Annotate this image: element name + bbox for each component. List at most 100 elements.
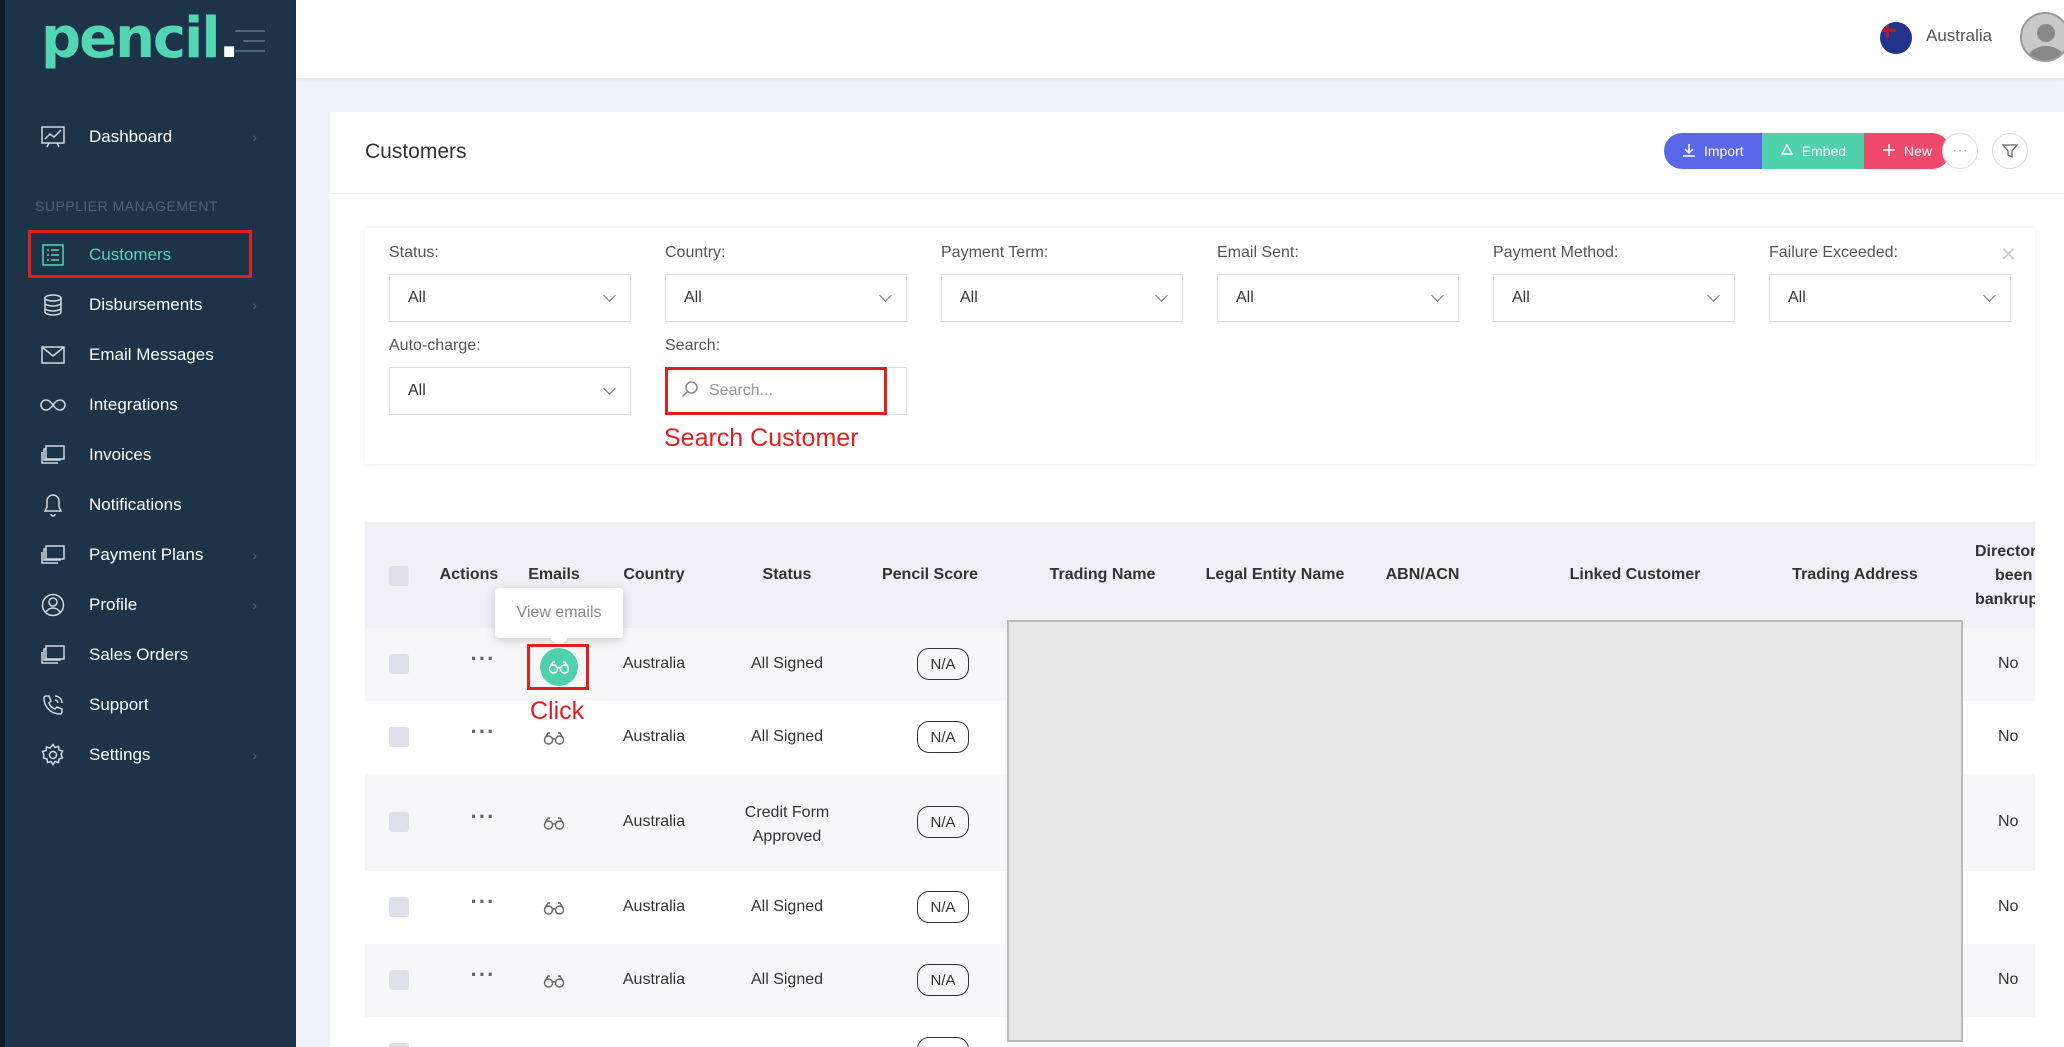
column-header-status[interactable]: Status — [737, 566, 837, 584]
column-header-director-bankrupt[interactable]: Director been bankrup — [1965, 540, 2035, 612]
chevron-right-icon: › — [252, 297, 257, 313]
embed-button[interactable]: Embed — [1761, 133, 1865, 169]
page-title: Customers — [365, 140, 467, 163]
row-actions-icon[interactable]: ··· — [463, 804, 503, 830]
row-checkbox[interactable] — [389, 654, 409, 674]
status-cell: All Signed — [750, 655, 824, 672]
row-checkbox[interactable] — [389, 1043, 409, 1047]
sidebar-item-settings[interactable]: Settings › — [25, 730, 277, 780]
pencil-logo[interactable]: pencil. — [41, 6, 240, 71]
payment-plans-icon — [39, 541, 67, 569]
column-header-trading-address[interactable]: Trading Address — [1765, 566, 1945, 584]
australia-flag-icon[interactable] — [1880, 22, 1912, 54]
sidebar-item-sales-orders[interactable]: Sales Orders — [25, 630, 277, 680]
redacted-area — [1007, 620, 1963, 1042]
sidebar-item-email-messages[interactable]: Email Messages — [25, 330, 277, 380]
sidebar-item-label: Notifications — [89, 495, 182, 514]
sidebar-item-profile[interactable]: Profile › — [25, 580, 277, 630]
status-cell: All Signed — [750, 898, 824, 915]
view-emails-tooltip: View emails — [495, 588, 623, 638]
sidebar-item-integrations[interactable]: Integrations — [25, 380, 277, 430]
column-header-country[interactable]: Country — [599, 566, 709, 584]
auto-charge-filter-label: Auto-charge: — [389, 337, 481, 354]
action-button-group: Import Embed New — [1664, 133, 1951, 169]
select-value: All — [1236, 289, 1254, 306]
auto-charge-filter-select[interactable]: All — [389, 367, 631, 415]
email-sent-filter-select[interactable]: All — [1217, 274, 1459, 322]
sidebar-item-support[interactable]: Support — [25, 680, 277, 730]
view-emails-icon[interactable] — [536, 726, 572, 750]
menu-toggle-icon[interactable] — [235, 30, 265, 60]
import-button[interactable]: Import — [1664, 133, 1762, 169]
filter-icon[interactable] — [1992, 133, 2028, 169]
chevron-right-icon: › — [252, 129, 257, 145]
header-line: Director — [1975, 543, 2035, 560]
director-bankrupt-cell: No — [1998, 655, 2019, 672]
country-cell: Australia — [622, 728, 686, 745]
row-checkbox[interactable] — [389, 897, 409, 917]
sidebar-item-notifications[interactable]: Notifications — [25, 480, 277, 530]
column-header-abn-acn[interactable]: ABN/ACN — [1375, 566, 1470, 584]
country-cell: Australia — [622, 813, 686, 830]
sidebar-item-disbursements[interactable]: Disbursements › — [25, 280, 277, 330]
country-selector[interactable]: Australia — [1926, 26, 1992, 46]
select-value: All — [1788, 289, 1806, 306]
bell-icon — [39, 491, 67, 519]
download-icon — [1682, 143, 1696, 160]
new-label: New — [1904, 143, 1933, 159]
country-filter-select[interactable]: All — [665, 274, 907, 322]
status-line: Credit Form — [744, 804, 830, 821]
sidebar-item-payment-plans[interactable]: Payment Plans › — [25, 530, 277, 580]
sidebar-item-label: Payment Plans — [89, 545, 204, 564]
row-checkbox[interactable] — [389, 727, 409, 747]
row-checkbox[interactable] — [389, 970, 409, 990]
new-button[interactable]: New — [1864, 133, 1951, 169]
pencil-score-badge: N/A — [917, 648, 969, 680]
envelope-icon — [39, 341, 67, 369]
invoice-icon — [39, 441, 67, 469]
column-header-linked-customer[interactable]: Linked Customer — [1535, 566, 1735, 584]
select-all-checkbox[interactable] — [389, 566, 409, 586]
country-cell: Australia — [622, 655, 686, 672]
column-header-trading-name[interactable]: Trading Name — [1035, 566, 1170, 584]
row-actions-icon[interactable]: ··· — [463, 889, 503, 915]
view-emails-icon[interactable] — [536, 969, 572, 993]
failure-exceeded-filter-select[interactable]: All — [1769, 274, 2011, 322]
chevron-down-icon — [603, 289, 616, 302]
sidebar-item-dashboard[interactable]: Dashboard › — [25, 112, 277, 162]
status-filter-select[interactable]: All — [389, 274, 631, 322]
avatar[interactable] — [2020, 12, 2064, 62]
emails-highlight-box — [527, 644, 589, 690]
embed-label: Embed — [1801, 143, 1847, 159]
chevron-right-icon: › — [252, 597, 257, 613]
more-options-icon[interactable]: ··· — [1942, 133, 1978, 169]
sidebar-section-label: SUPPLIER MANAGEMENT — [35, 198, 218, 214]
select-value: All — [408, 382, 426, 399]
country-cell: Australia — [622, 898, 686, 915]
payment-term-filter-select[interactable]: All — [941, 274, 1183, 322]
column-header-legal-entity-name[interactable]: Legal Entity Name — [1195, 566, 1355, 584]
column-header-emails[interactable]: Emails — [514, 566, 594, 584]
row-checkbox[interactable] — [389, 812, 409, 832]
view-emails-icon[interactable] — [536, 896, 572, 920]
column-header-actions[interactable]: Actions — [429, 566, 509, 584]
row-actions-icon[interactable]: ··· — [463, 962, 503, 988]
close-icon[interactable]: ✕ — [2000, 242, 2017, 267]
payment-term-filter-label: Payment Term: — [941, 244, 1049, 261]
plus-icon — [1882, 143, 1896, 160]
click-annotation: Click — [530, 697, 585, 725]
pencil-score-badge: N/A — [917, 806, 969, 838]
support-icon — [39, 691, 67, 719]
select-value: All — [1512, 289, 1530, 306]
sidebar-item-label: Integrations — [89, 395, 178, 414]
view-emails-icon[interactable] — [536, 811, 572, 835]
chevron-right-icon: › — [252, 547, 257, 563]
row-actions-icon[interactable]: ··· — [463, 719, 503, 745]
chevron-down-icon — [1431, 289, 1444, 302]
row-actions-icon[interactable]: ··· — [463, 646, 503, 672]
column-header-pencil-score[interactable]: Pencil Score — [865, 566, 995, 584]
status-cell: All Signed — [750, 728, 824, 745]
payment-method-filter-select[interactable]: All — [1493, 274, 1735, 322]
sidebar-item-invoices[interactable]: Invoices — [25, 430, 277, 480]
pencil-score-badge: N/A — [917, 721, 969, 753]
